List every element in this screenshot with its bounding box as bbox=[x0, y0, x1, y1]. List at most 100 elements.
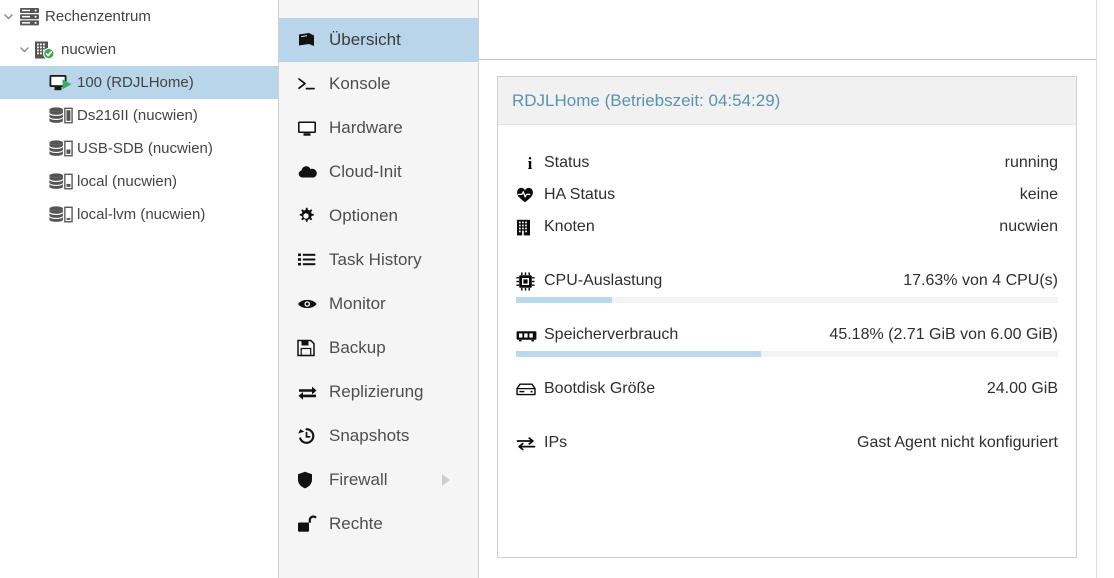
monitor-icon bbox=[297, 120, 325, 137]
expander-placeholder bbox=[32, 108, 48, 124]
unlock-icon bbox=[297, 515, 325, 533]
status-panel-content: i Status running HA Status keine Knoten … bbox=[498, 125, 1076, 459]
menu-item-label: Replizierung bbox=[329, 382, 424, 401]
menu-item-optionen[interactable]: Optionen bbox=[279, 194, 478, 238]
menu-item-label: Konsole bbox=[329, 74, 391, 93]
memory-icon bbox=[516, 329, 544, 342]
memory-progress-fill bbox=[516, 351, 761, 357]
tree-item-label: local (nucwien) bbox=[77, 173, 178, 190]
qemu-vm-running-icon bbox=[48, 73, 74, 93]
tree-item-datacenter[interactable]: Rechenzentrum bbox=[0, 0, 278, 33]
menu-item-snapshots[interactable]: Snapshots bbox=[279, 414, 478, 458]
metric-label: CPU-Auslastung bbox=[544, 272, 663, 289]
proxmox-web-ui: Rechenzentrum nucwien 100 (RDJLHome) Ds2… bbox=[0, 0, 1114, 578]
floppy-disk-icon bbox=[297, 339, 325, 357]
menu-item-cloud-init[interactable]: Cloud-Init bbox=[279, 150, 478, 194]
tree-item-storage-ds216ii[interactable]: Ds216II (nucwien) bbox=[0, 99, 278, 132]
menu-item-rechte[interactable]: Rechte bbox=[279, 502, 478, 546]
tree-item-storage-local[interactable]: local (nucwien) bbox=[0, 165, 278, 198]
metric-row: CPU-Auslastung 17.63% von 4 CPU(s) bbox=[516, 265, 1058, 297]
menu-item-label: Task History bbox=[329, 250, 422, 269]
tree-item-storage-local-lvm[interactable]: local-lvm (nucwien) bbox=[0, 198, 278, 231]
tree-item-vm-100[interactable]: 100 (RDJLHome) bbox=[0, 66, 278, 99]
storage-icon bbox=[48, 106, 74, 126]
heartbeat-icon bbox=[516, 187, 544, 203]
menu-item-label: Firewall bbox=[329, 470, 388, 489]
menu-item-label: Übersicht bbox=[329, 30, 401, 49]
shield-icon bbox=[297, 471, 325, 489]
menu-item-task-history[interactable]: Task History bbox=[279, 238, 478, 282]
tree-item-label: Ds216II (nucwien) bbox=[77, 107, 198, 124]
menu-item-label: Cloud-Init bbox=[329, 162, 402, 181]
tree-item-label: local-lvm (nucwien) bbox=[77, 206, 206, 223]
status-row-value: 24.00 GiB bbox=[986, 380, 1058, 397]
menu-item-hardware[interactable]: Hardware bbox=[279, 106, 478, 150]
summary-view: RDJLHome (Betriebszeit: 04:54:29) i Stat… bbox=[479, 60, 1114, 578]
status-row-ips: IPs Gast Agent nicht konfiguriert bbox=[516, 427, 1058, 459]
metric-label: Speicherverbrauch bbox=[544, 326, 679, 343]
expander-collapse-icon[interactable] bbox=[16, 42, 32, 58]
metric-memory: Speicherverbrauch 45.18% (2.71 GiB von 6… bbox=[516, 319, 1058, 357]
tree-item-node-nucwien[interactable]: nucwien bbox=[0, 33, 278, 66]
menu-item-backup[interactable]: Backup bbox=[279, 326, 478, 370]
cloud-icon bbox=[297, 165, 325, 180]
metric-row: Speicherverbrauch 45.18% (2.71 GiB von 6… bbox=[516, 319, 1058, 351]
cpu-progress-fill bbox=[516, 297, 612, 303]
menu-item-label: Rechte bbox=[329, 514, 383, 533]
node-online-icon bbox=[32, 40, 58, 60]
metric-cpu: CPU-Auslastung 17.63% von 4 CPU(s) bbox=[516, 265, 1058, 303]
menu-item-label: Snapshots bbox=[329, 426, 410, 445]
content-pane: RDJLHome (Betriebszeit: 04:54:29) i Stat… bbox=[479, 0, 1114, 578]
menu-item-uebersicht[interactable]: Übersicht bbox=[279, 18, 478, 62]
expander-placeholder bbox=[32, 207, 48, 223]
content-scroll-edge[interactable] bbox=[1096, 0, 1114, 578]
status-row-value: Gast Agent nicht konfiguriert bbox=[857, 434, 1058, 451]
menu-item-monitor[interactable]: Monitor bbox=[279, 282, 478, 326]
status-row-label: Knoten bbox=[544, 218, 595, 235]
status-row-ha-status: HA Status keine bbox=[516, 179, 1058, 211]
page-title: RDJLHome (Betriebszeit: 04:54:29) bbox=[512, 90, 781, 110]
hdd-icon bbox=[516, 382, 544, 396]
tree-item-label: Rechenzentrum bbox=[45, 8, 151, 25]
eye-icon bbox=[297, 297, 325, 311]
vm-menu[interactable]: Übersicht Konsole Hardware Cloud-Init Op… bbox=[279, 0, 479, 578]
expander-collapse-icon[interactable] bbox=[0, 9, 16, 25]
status-row-label: Status bbox=[544, 154, 590, 171]
menu-item-firewall[interactable]: Firewall bbox=[279, 458, 478, 502]
metric-value: 17.63% von 4 CPU(s) bbox=[903, 272, 1058, 289]
cpu-progress-track bbox=[516, 297, 1058, 303]
exchange-icon bbox=[516, 436, 544, 451]
status-row-label: Bootdisk Größe bbox=[544, 380, 656, 397]
menu-item-label: Optionen bbox=[329, 206, 398, 225]
tree-item-label: 100 (RDJLHome) bbox=[77, 74, 194, 91]
status-row-value: running bbox=[1004, 154, 1058, 171]
expander-placeholder bbox=[32, 141, 48, 157]
exchange-icon bbox=[297, 384, 325, 401]
gear-icon bbox=[297, 207, 325, 225]
menu-item-konsole[interactable]: Konsole bbox=[279, 62, 478, 106]
status-row-label: IPs bbox=[544, 434, 568, 451]
info-icon: i bbox=[527, 153, 533, 173]
metric-value: 45.18% (2.71 GiB von 6.00 GiB) bbox=[829, 326, 1058, 343]
book-icon bbox=[297, 32, 325, 49]
menu-item-label: Monitor bbox=[329, 294, 386, 313]
terminal-icon bbox=[297, 76, 325, 92]
datacenter-icon bbox=[16, 7, 42, 27]
node-icon bbox=[516, 219, 544, 236]
status-row-label: HA Status bbox=[544, 186, 616, 203]
status-row-bootdisk: Bootdisk Größe 24.00 GiB bbox=[516, 373, 1058, 405]
menu-item-replizierung[interactable]: Replizierung bbox=[279, 370, 478, 414]
history-icon bbox=[297, 427, 325, 445]
resource-tree[interactable]: Rechenzentrum nucwien 100 (RDJLHome) Ds2… bbox=[0, 0, 279, 578]
storage-icon bbox=[48, 139, 74, 159]
status-panel: RDJLHome (Betriebszeit: 04:54:29) i Stat… bbox=[497, 76, 1077, 558]
cpu-icon bbox=[516, 271, 544, 291]
chevron-right-icon[interactable] bbox=[442, 474, 450, 486]
storage-icon bbox=[48, 172, 74, 192]
content-toolbar[interactable] bbox=[479, 0, 1114, 60]
menu-item-label: Hardware bbox=[329, 118, 403, 137]
status-row-value: nucwien bbox=[999, 218, 1058, 235]
tree-item-storage-usb-sdb[interactable]: USB-SDB (nucwien) bbox=[0, 132, 278, 165]
